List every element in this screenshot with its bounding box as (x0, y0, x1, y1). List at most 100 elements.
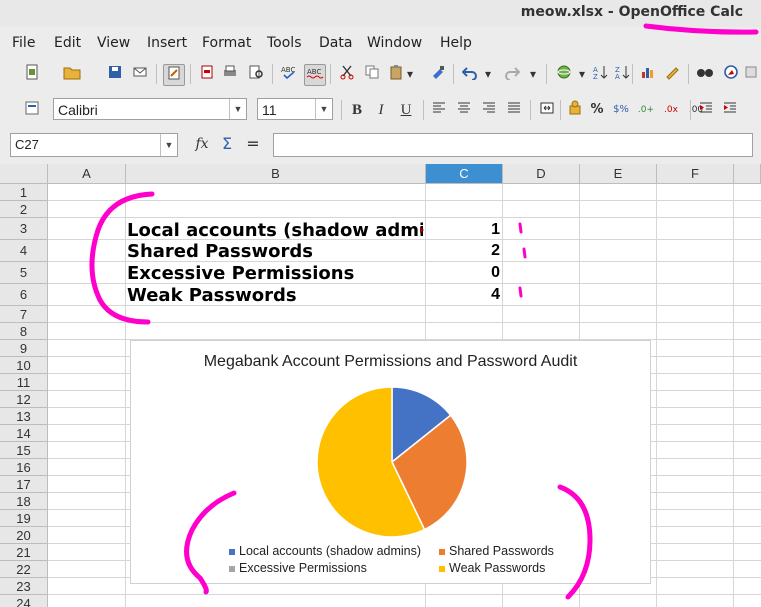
row-header-17[interactable]: 17 (0, 476, 48, 493)
cell-b5[interactable]: Excessive Permissions (127, 263, 423, 284)
row-header-21[interactable]: 21 (0, 544, 48, 561)
align-right-icon[interactable] (479, 100, 499, 120)
italic-icon[interactable]: I (371, 100, 391, 120)
sum-icon[interactable]: Σ (217, 134, 237, 154)
menu-help[interactable]: Help (440, 35, 472, 51)
row-header-3[interactable]: 3 (0, 218, 48, 240)
row-header-8[interactable]: 8 (0, 323, 48, 340)
row-header-14[interactable]: 14 (0, 425, 48, 442)
autospellcheck-icon[interactable]: ABC (304, 64, 326, 86)
align-left-icon[interactable] (429, 100, 449, 120)
font-size-box[interactable]: 11 ▼ (257, 98, 333, 120)
copy-icon[interactable] (362, 64, 382, 84)
undo-dropdown-icon[interactable]: ▾ (482, 64, 494, 84)
row-header-23[interactable]: 23 (0, 578, 48, 595)
pie-chart[interactable]: Megabank Account Permissions and Passwor… (130, 340, 651, 584)
row-header-11[interactable]: 11 (0, 374, 48, 391)
name-box-dropdown-icon[interactable]: ▼ (160, 134, 177, 156)
save-icon[interactable] (105, 64, 125, 84)
column-header-g[interactable] (734, 164, 761, 184)
function-wizard-icon[interactable]: fx (192, 134, 212, 154)
column-header-e[interactable]: E (580, 164, 657, 184)
clone-formatting-icon[interactable] (428, 64, 448, 84)
font-size-dropdown-icon[interactable]: ▼ (315, 99, 332, 119)
column-header-b[interactable]: B (126, 164, 426, 184)
print-preview-icon[interactable] (246, 64, 266, 84)
increase-indent-icon[interactable] (720, 100, 740, 120)
row-header-1[interactable]: 1 (0, 184, 48, 201)
column-header-d[interactable]: D (503, 164, 580, 184)
row-header-19[interactable]: 19 (0, 510, 48, 527)
sort-descending-icon[interactable]: ZA (612, 64, 632, 84)
name-box[interactable]: C27 ▼ (10, 133, 178, 157)
row-header-9[interactable]: 9 (0, 340, 48, 357)
cut-icon[interactable] (337, 64, 357, 84)
row-header-2[interactable]: 2 (0, 201, 48, 218)
row-header-16[interactable]: 16 (0, 459, 48, 476)
font-name-box[interactable]: Calibri ▼ (53, 98, 247, 120)
add-decimal-icon[interactable]: .0+ (636, 100, 656, 120)
formula-icon[interactable]: = (243, 134, 263, 154)
menu-file[interactable]: File (12, 35, 35, 51)
find-replace-icon[interactable] (695, 64, 715, 84)
cell-c4[interactable]: 2 (428, 242, 500, 260)
row-header-12[interactable]: 12 (0, 391, 48, 408)
email-icon[interactable] (130, 64, 150, 84)
export-pdf-icon[interactable] (197, 64, 217, 84)
edit-file-icon[interactable] (163, 64, 185, 86)
row-header-5[interactable]: 5 (0, 262, 48, 284)
delete-decimal-icon[interactable]: .0x (661, 100, 681, 120)
menu-format[interactable]: Format (202, 35, 251, 51)
styles-formatting-icon[interactable] (22, 100, 42, 120)
cell-c5[interactable]: 0 (428, 264, 500, 282)
cell-c3[interactable]: 1 (428, 221, 500, 239)
decrease-indent-icon[interactable] (696, 100, 716, 120)
justify-icon[interactable] (504, 100, 524, 120)
spellcheck-icon[interactable]: ABC (279, 64, 299, 84)
row-header-20[interactable]: 20 (0, 527, 48, 544)
cell-b4[interactable]: Shared Passwords (127, 241, 423, 262)
paste-icon[interactable] (386, 64, 406, 84)
row-header-7[interactable]: 7 (0, 306, 48, 323)
percent-format-icon[interactable]: % (587, 100, 607, 120)
hyperlink-dropdown-icon[interactable]: ▾ (576, 64, 588, 84)
insert-chart-icon[interactable] (638, 64, 658, 84)
print-icon[interactable] (220, 64, 240, 84)
navigator-icon[interactable] (721, 64, 741, 84)
select-all-corner[interactable] (0, 164, 48, 184)
draw-functions-icon[interactable] (662, 64, 682, 84)
bold-icon[interactable]: B (347, 100, 367, 120)
row-header-24[interactable]: 24 (0, 595, 48, 607)
row-header-22[interactable]: 22 (0, 561, 48, 578)
new-document-icon[interactable] (22, 64, 42, 84)
menu-view[interactable]: View (97, 35, 130, 51)
menu-tools[interactable]: Tools (267, 35, 302, 51)
column-header-c[interactable]: C (426, 164, 503, 184)
column-header-f[interactable]: F (657, 164, 734, 184)
standard-format-icon[interactable]: $% (611, 100, 631, 120)
menu-edit[interactable]: Edit (54, 35, 81, 51)
row-header-18[interactable]: 18 (0, 493, 48, 510)
underline-icon[interactable]: U (396, 100, 416, 120)
gallery-icon[interactable] (745, 64, 757, 84)
menu-insert[interactable]: Insert (147, 35, 187, 51)
currency-format-icon[interactable] (565, 100, 585, 120)
menu-data[interactable]: Data (319, 35, 352, 51)
row-header-4[interactable]: 4 (0, 240, 48, 262)
merge-cells-icon[interactable] (537, 100, 557, 120)
row-header-6[interactable]: 6 (0, 284, 48, 306)
row-header-13[interactable]: 13 (0, 408, 48, 425)
paste-dropdown-icon[interactable]: ▾ (404, 64, 416, 84)
column-header-a[interactable]: A (48, 164, 126, 184)
sort-icon[interactable]: AZ (590, 64, 610, 84)
cell-b3[interactable]: Local accounts (shadow admins) (127, 220, 423, 241)
row-header-15[interactable]: 15 (0, 442, 48, 459)
menu-window[interactable]: Window (367, 35, 422, 51)
undo-icon[interactable] (460, 64, 480, 84)
cell-c6[interactable]: 4 (428, 286, 500, 304)
redo-dropdown-icon[interactable]: ▾ (527, 64, 539, 84)
align-center-icon[interactable] (454, 100, 474, 120)
hyperlink-icon[interactable] (554, 64, 574, 84)
formula-input[interactable] (273, 133, 753, 157)
cell-b6[interactable]: Weak Passwords (127, 285, 423, 306)
